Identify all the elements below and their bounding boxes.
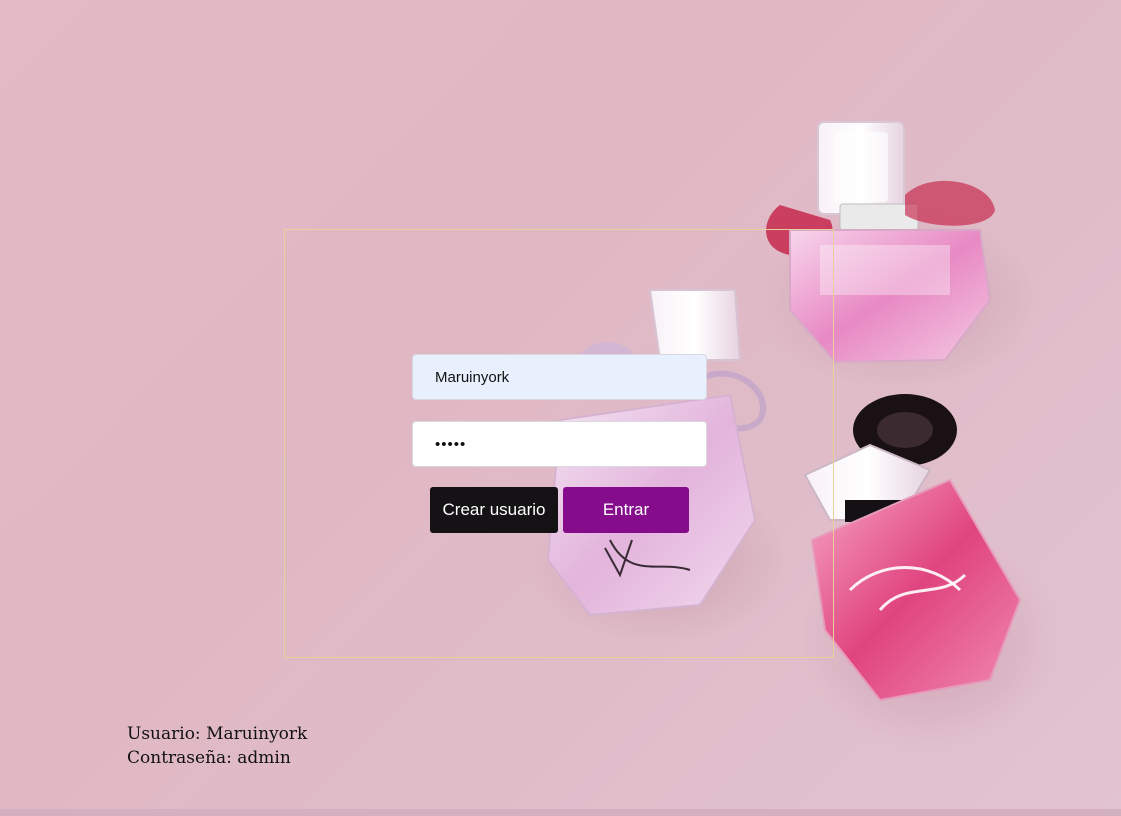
enter-button[interactable]: Entrar [563,487,689,533]
bottom-edge-strip [0,809,1121,816]
password-hint: Contraseña: admin [127,748,291,768]
username-input[interactable] [412,354,707,400]
password-input[interactable] [412,421,707,467]
create-user-button[interactable]: Crear usuario [430,487,558,533]
username-hint: Usuario: Maruinyork [127,724,308,744]
